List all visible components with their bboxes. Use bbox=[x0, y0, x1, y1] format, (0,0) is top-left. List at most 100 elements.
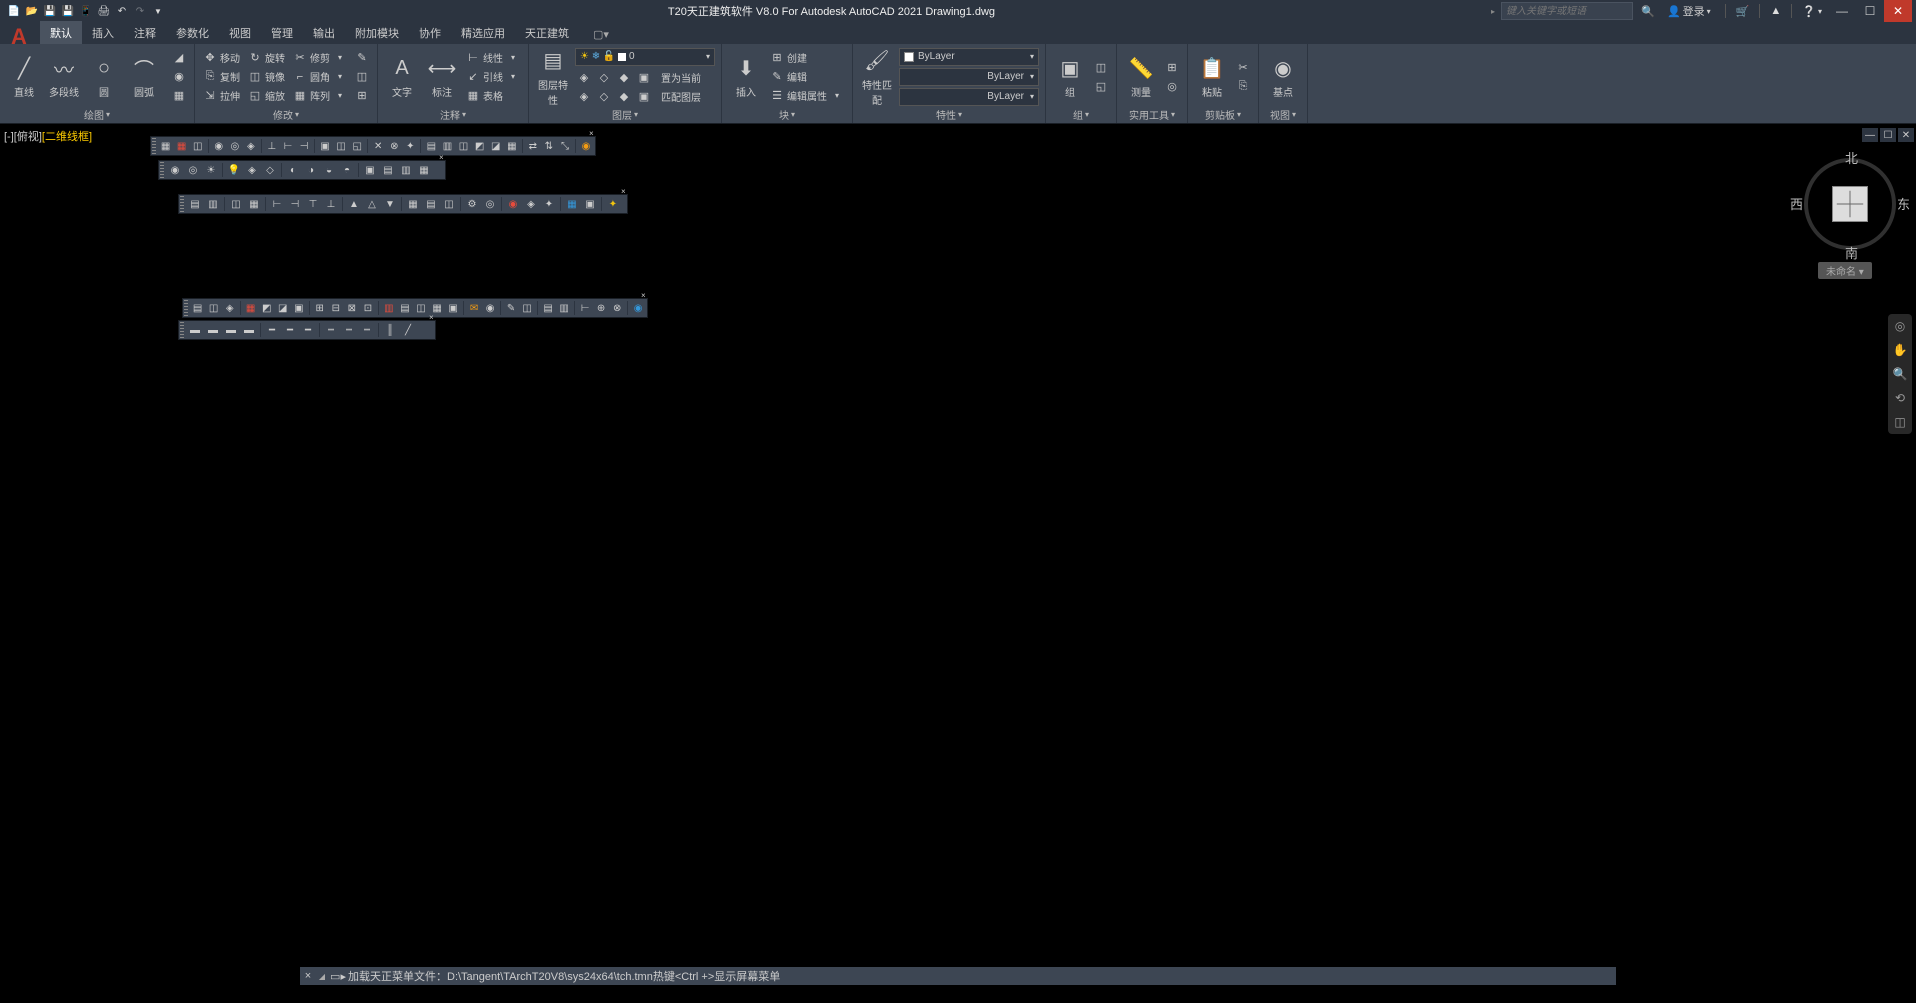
exchange-icon[interactable]: 🛒 bbox=[1736, 5, 1750, 18]
tb1-i3[interactable]: ◫ bbox=[191, 138, 205, 154]
tb2-i10[interactable]: ◓ bbox=[339, 162, 355, 178]
tb1-i11[interactable]: ◫ bbox=[334, 138, 348, 154]
tb4-i12[interactable]: ▥ bbox=[382, 300, 396, 316]
match-props-button[interactable]: 🖌特性匹配 bbox=[859, 47, 895, 107]
vp-close-button[interactable]: ✕ bbox=[1898, 128, 1914, 142]
tb3-i10[interactable]: △ bbox=[364, 196, 380, 212]
tb3-i3[interactable]: ◫ bbox=[228, 196, 244, 212]
line-button[interactable]: ╱直线 bbox=[6, 54, 42, 99]
panel-util-label[interactable]: 实用工具▾ bbox=[1123, 107, 1181, 121]
tb1-i20[interactable]: ◪ bbox=[489, 138, 503, 154]
tb5-i9[interactable]: ┅ bbox=[341, 322, 357, 338]
layer-ic5[interactable]: ◈ bbox=[575, 88, 593, 106]
tb3-i19[interactable]: ✦ bbox=[541, 196, 557, 212]
color-combo[interactable]: ByLayer▾ bbox=[899, 48, 1039, 66]
trim-button[interactable]: ✂修剪▾ bbox=[291, 49, 349, 67]
drawing-viewport[interactable]: — ☐ ✕ [-][俯视][二维线框] ▦▦◫ ◉◎◈ ⊥⊢⊣ ▣◫◱ ✕⊗✦ … bbox=[0, 124, 1916, 985]
tb3-i22[interactable]: ✦ bbox=[605, 196, 621, 212]
mirror-button[interactable]: ◫镜像 bbox=[246, 68, 287, 86]
draw-small-1[interactable]: ◢ bbox=[170, 49, 188, 67]
edit-attr-button[interactable]: ☰编辑属性▾ bbox=[768, 87, 846, 105]
tb4-i2[interactable]: ◫ bbox=[207, 300, 221, 316]
tb1-i23[interactable]: ⇅ bbox=[542, 138, 556, 154]
toolbar-grip[interactable] bbox=[152, 138, 156, 154]
toolbar-grip[interactable] bbox=[180, 196, 184, 212]
share-icon[interactable]: ▲ bbox=[1770, 5, 1781, 17]
tb3-i13[interactable]: ▤ bbox=[423, 196, 439, 212]
tb4-i3[interactable]: ◈ bbox=[223, 300, 237, 316]
tab-featured[interactable]: 精选应用 bbox=[451, 21, 515, 44]
tb5-i1[interactable]: ▬ bbox=[187, 322, 203, 338]
tb3-i21[interactable]: ▣ bbox=[582, 196, 598, 212]
viewcube-top-face[interactable] bbox=[1832, 186, 1868, 222]
scale-button[interactable]: ◱缩放 bbox=[246, 87, 287, 105]
tb4-i4[interactable]: ▦ bbox=[244, 300, 258, 316]
tb1-i12[interactable]: ◱ bbox=[350, 138, 364, 154]
qat-new-icon[interactable]: 📄 bbox=[6, 3, 22, 19]
cmdline-text[interactable]: 加载天正菜单文件：D:\Tangent\TArchT20V8\sys24x64\… bbox=[348, 968, 1616, 984]
tb1-i25[interactable]: ◉ bbox=[579, 138, 593, 154]
clip-s2[interactable]: ⎘ bbox=[1234, 77, 1252, 95]
panel-layer-label[interactable]: 图层▾ bbox=[535, 107, 715, 121]
tab-output[interactable]: 输出 bbox=[303, 21, 345, 44]
tb1-i4[interactable]: ◉ bbox=[212, 138, 226, 154]
nav-show-icon[interactable]: ◫ bbox=[1888, 410, 1912, 434]
tab-annotate[interactable]: 注释 bbox=[124, 21, 166, 44]
tab-tangent[interactable]: 天正建筑 bbox=[515, 21, 579, 44]
help-icon[interactable]: ❔ bbox=[1802, 5, 1816, 18]
tb1-i6[interactable]: ◈ bbox=[244, 138, 258, 154]
insert-block-button[interactable]: ⬇插入 bbox=[728, 54, 764, 99]
qat-web-icon[interactable]: 📱 bbox=[78, 3, 94, 19]
dim-button[interactable]: ⟷标注 bbox=[424, 54, 460, 99]
tb4-i8[interactable]: ⊞ bbox=[313, 300, 327, 316]
tb2-i7[interactable]: ◐ bbox=[285, 162, 301, 178]
nav-pan-icon[interactable]: ✋ bbox=[1888, 338, 1912, 362]
tb4-i14[interactable]: ◫ bbox=[414, 300, 428, 316]
tb4-i22[interactable]: ▥ bbox=[557, 300, 571, 316]
tb2-i3[interactable]: ☀ bbox=[203, 162, 219, 178]
toolbar-tangent-2[interactable]: ◉◎☀ 💡◈◇ ◐◑◒◓ ▣▤▥▦ × bbox=[158, 160, 446, 180]
polyline-button[interactable]: 〰多段线 bbox=[46, 54, 82, 99]
tb3-i6[interactable]: ⊣ bbox=[287, 196, 303, 212]
tb4-i24[interactable]: ⊕ bbox=[594, 300, 608, 316]
tb1-i10[interactable]: ▣ bbox=[318, 138, 332, 154]
qat-dropdown-icon[interactable]: ▼ bbox=[150, 3, 166, 19]
group-button[interactable]: ▣组 bbox=[1052, 54, 1088, 99]
tb1-i9[interactable]: ⊣ bbox=[297, 138, 311, 154]
layer-props-button[interactable]: ▤图层特性 bbox=[535, 47, 571, 107]
copy-button[interactable]: ⎘复制 bbox=[201, 68, 242, 86]
viewcube-north[interactable]: 北 bbox=[1845, 148, 1858, 167]
tb2-i13[interactable]: ▥ bbox=[398, 162, 414, 178]
tb2-i12[interactable]: ▤ bbox=[380, 162, 396, 178]
nav-zoom-icon[interactable]: 🔍 bbox=[1888, 362, 1912, 386]
viewcube-south[interactable]: 南 bbox=[1845, 243, 1858, 262]
array-button[interactable]: ▦阵列▾ bbox=[291, 87, 349, 105]
cmdline-close-icon[interactable]: × bbox=[300, 970, 316, 982]
viewport-state-label[interactable]: [-][俯视][二维线框] bbox=[4, 128, 92, 144]
tb4-i1[interactable]: ▤ bbox=[191, 300, 205, 316]
tb3-i18[interactable]: ◈ bbox=[523, 196, 539, 212]
tb1-i19[interactable]: ◩ bbox=[473, 138, 487, 154]
qat-undo-icon[interactable]: ↶ bbox=[114, 3, 130, 19]
tb5-i2[interactable]: ▬ bbox=[205, 322, 221, 338]
toolbar-grip[interactable] bbox=[184, 300, 188, 316]
tb3-i2[interactable]: ▥ bbox=[205, 196, 221, 212]
table-button[interactable]: ▦表格 bbox=[464, 87, 522, 105]
tab-insert[interactable]: 插入 bbox=[82, 21, 124, 44]
layer-ic7[interactable]: ◆ bbox=[615, 88, 633, 106]
tb1-i14[interactable]: ⊗ bbox=[387, 138, 401, 154]
util-s1[interactable]: ⊞ bbox=[1163, 58, 1181, 76]
tb2-i2[interactable]: ◎ bbox=[185, 162, 201, 178]
qat-plot-icon[interactable]: 🖨 bbox=[96, 3, 112, 19]
tb3-i16[interactable]: ◎ bbox=[482, 196, 498, 212]
tb3-i14[interactable]: ◫ bbox=[441, 196, 457, 212]
search-icon[interactable]: 🔍 bbox=[1639, 3, 1657, 19]
text-button[interactable]: A文字 bbox=[384, 54, 420, 99]
tb4-i21[interactable]: ▤ bbox=[541, 300, 555, 316]
view-cube[interactable]: 北 南 西 东 未命名 ▾ bbox=[1800, 154, 1900, 254]
panel-block-label[interactable]: 块▾ bbox=[728, 107, 846, 121]
tb4-i7[interactable]: ▣ bbox=[292, 300, 306, 316]
tb4-i16[interactable]: ▣ bbox=[446, 300, 460, 316]
vp-min-button[interactable]: — bbox=[1862, 128, 1878, 142]
layer-ic6[interactable]: ◇ bbox=[595, 88, 613, 106]
